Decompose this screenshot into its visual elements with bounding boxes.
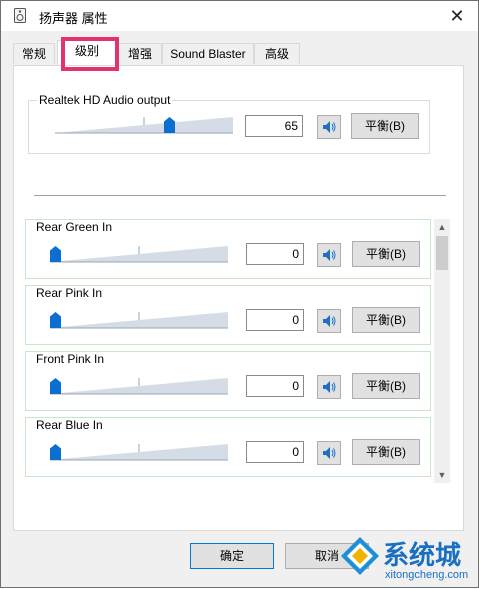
slider-track: [50, 246, 228, 263]
speaker-icon: [323, 249, 336, 261]
output-group: Realtek HD Audio output 65 平衡(B): [28, 93, 430, 154]
input-volume-slider[interactable]: [50, 308, 228, 332]
input-volume-slider[interactable]: [50, 374, 228, 398]
list-item: Rear Pink In 0 平衡(B): [25, 285, 431, 345]
output-mute-button[interactable]: [317, 115, 341, 139]
list-item: Rear Green In 0 平衡(B): [25, 219, 431, 279]
input-volume-field[interactable]: 0: [246, 441, 304, 463]
input-balance-button[interactable]: 平衡(B): [352, 373, 420, 399]
input-mute-button[interactable]: [317, 309, 341, 333]
slider-track: [55, 117, 233, 134]
input-label: Rear Green In: [34, 220, 115, 234]
speaker-device-icon: [14, 8, 26, 23]
input-volume-field[interactable]: 0: [246, 243, 304, 265]
close-button[interactable]: ✕: [444, 4, 470, 28]
speaker-icon: [323, 121, 336, 133]
list-item: Rear Blue In 0 平衡(B): [25, 417, 431, 477]
input-volume-slider[interactable]: [50, 440, 228, 464]
tab-enhancements[interactable]: 增强: [118, 43, 162, 64]
title-bar: 扬声器 属性 ✕: [1, 1, 478, 31]
output-volume-slider[interactable]: [55, 113, 233, 137]
input-volume-slider[interactable]: [50, 242, 228, 266]
slider-track: [50, 312, 228, 329]
output-label: Realtek HD Audio output: [37, 93, 173, 107]
speaker-icon: [323, 447, 336, 459]
watermark-logo-icon: [341, 537, 379, 575]
scroll-down-arrow-icon[interactable]: ▼: [434, 467, 450, 483]
input-mute-button[interactable]: [317, 375, 341, 399]
tab-general[interactable]: 常规: [13, 43, 55, 64]
input-balance-button[interactable]: 平衡(B): [352, 241, 420, 267]
inputs-list: Rear Green In 0 平衡(B) Rear Pink In 0 平衡(…: [25, 219, 435, 483]
speaker-icon: [323, 315, 336, 327]
slider-track: [50, 378, 228, 395]
scroll-thumb[interactable]: [436, 236, 448, 270]
ok-button[interactable]: 确定: [190, 543, 274, 569]
watermark-brand: 系统城: [383, 541, 462, 571]
tab-sound-blaster[interactable]: Sound Blaster: [162, 43, 254, 64]
tab-advanced[interactable]: 高级: [254, 43, 300, 64]
output-volume-field[interactable]: 65: [245, 115, 303, 137]
watermark: 系统城 xitongcheng.com: [339, 533, 479, 589]
input-balance-button[interactable]: 平衡(B): [352, 307, 420, 333]
tab-levels[interactable]: 级别: [57, 40, 117, 65]
input-label: Rear Pink In: [34, 286, 105, 300]
input-label: Front Pink In: [34, 352, 107, 366]
input-label: Rear Blue In: [34, 418, 105, 432]
vertical-scrollbar[interactable]: ▲ ▼: [434, 219, 450, 483]
input-balance-button[interactable]: 平衡(B): [352, 439, 420, 465]
watermark-url: xitongcheng.com: [385, 569, 469, 581]
speaker-icon: [323, 381, 336, 393]
properties-window: 扬声器 属性 ✕ 常规 级别 增强 Sound Blaster 高级 Realt…: [0, 0, 479, 588]
output-balance-button[interactable]: 平衡(B): [351, 113, 419, 139]
input-mute-button[interactable]: [317, 243, 341, 267]
separator-line: [34, 195, 446, 196]
window-title: 扬声器 属性: [39, 11, 108, 26]
input-volume-field[interactable]: 0: [246, 309, 304, 331]
scroll-up-arrow-icon[interactable]: ▲: [434, 219, 450, 235]
input-volume-field[interactable]: 0: [246, 375, 304, 397]
list-item: Front Pink In 0 平衡(B): [25, 351, 431, 411]
slider-track: [50, 444, 228, 461]
input-mute-button[interactable]: [317, 441, 341, 465]
